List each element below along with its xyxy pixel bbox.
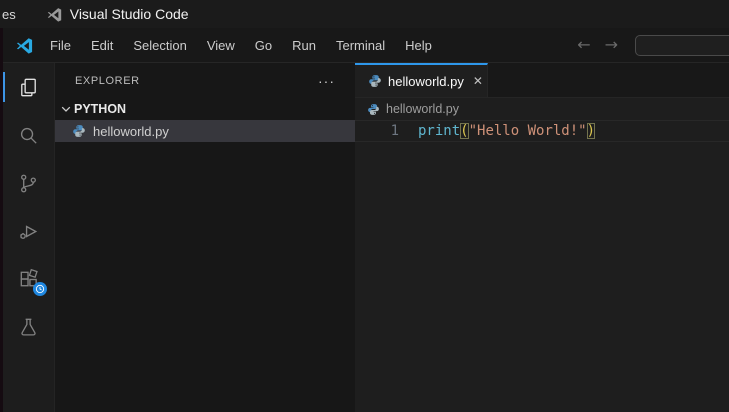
vscode-window: File Edit Selection View Go Run Terminal…	[3, 28, 729, 412]
workbench: EXPLORER ··· PYTHON helloworld.py hellow…	[3, 63, 729, 412]
python-file-icon	[367, 103, 380, 116]
section-label: PYTHON	[74, 102, 127, 116]
explorer-sidebar: EXPLORER ··· PYTHON helloworld.py	[55, 63, 355, 412]
titlebar-right: ← →	[570, 34, 729, 56]
activitybar-source-control[interactable]	[3, 159, 54, 207]
menu-run[interactable]: Run	[282, 28, 326, 63]
vscode-logo-icon-gray	[47, 7, 62, 22]
file-name: helloworld.py	[93, 123, 169, 139]
forward-arrow-icon[interactable]: →	[598, 37, 625, 53]
tab-helloworld[interactable]: helloworld.py ✕	[355, 63, 488, 97]
sidebar-header: EXPLORER ···	[55, 63, 355, 98]
menu-view[interactable]: View	[197, 28, 245, 63]
activitybar-search[interactable]	[3, 111, 54, 159]
activitybar-extensions[interactable]	[3, 255, 54, 303]
python-file-icon	[72, 124, 86, 138]
beaker-icon	[17, 316, 40, 339]
extensions-progress-clock-badge	[33, 282, 47, 296]
token-open-paren: (	[460, 123, 469, 139]
gnome-top-bar: es Visual Studio Code	[0, 0, 729, 28]
tab-label: helloworld.py	[388, 73, 464, 89]
menu-edit[interactable]: Edit	[81, 28, 123, 63]
activitybar-testing[interactable]	[3, 303, 54, 351]
sidebar-more-actions-button[interactable]: ···	[318, 74, 335, 88]
debug-play-bug-icon	[17, 220, 40, 243]
sidebar-title: EXPLORER	[75, 74, 140, 87]
desktop-edge	[0, 28, 3, 412]
chevron-down-icon	[58, 101, 74, 117]
back-arrow-icon[interactable]: ←	[570, 37, 597, 53]
token-string: "Hello World!"	[468, 123, 587, 139]
files-icon	[17, 76, 40, 99]
menu-bar: File Edit Selection View Go Run Terminal…	[3, 28, 729, 63]
activities-button-partial[interactable]: es	[2, 7, 16, 22]
menu-go[interactable]: Go	[245, 28, 282, 63]
editor-group: helloworld.py ✕ helloworld.py 1 print("H…	[355, 63, 729, 412]
menu-items: File Edit Selection View Go Run Terminal…	[40, 28, 442, 63]
menu-file[interactable]: File	[40, 28, 81, 63]
search-icon	[17, 124, 40, 147]
activitybar-run-and-debug[interactable]	[3, 207, 54, 255]
tab-close-icon[interactable]: ✕	[470, 73, 486, 89]
explorer-section-python[interactable]: PYTHON	[55, 98, 355, 120]
menu-terminal[interactable]: Terminal	[326, 28, 395, 63]
focused-app-title[interactable]: Visual Studio Code	[47, 6, 189, 22]
command-center-search-input[interactable]	[635, 34, 729, 56]
breadcrumb[interactable]: helloworld.py	[355, 98, 729, 120]
token-print: print	[418, 123, 461, 139]
file-item-helloworld[interactable]: helloworld.py	[55, 120, 355, 142]
code-content: print("Hello World!")	[418, 123, 596, 139]
menu-selection[interactable]: Selection	[123, 28, 196, 63]
code-line-1[interactable]: 1 print("Hello World!")	[355, 120, 729, 142]
menu-help[interactable]: Help	[395, 28, 442, 63]
token-close-paren: )	[586, 123, 596, 139]
window-title: Visual Studio Code	[69, 6, 189, 22]
activitybar-explorer[interactable]	[3, 63, 54, 111]
source-control-branch-icon	[17, 172, 40, 195]
line-number: 1	[390, 123, 399, 139]
vscode-logo-icon	[16, 37, 33, 54]
code-editor[interactable]: 1 print("Hello World!")	[355, 120, 729, 412]
activity-bar	[3, 63, 55, 412]
breadcrumb-file: helloworld.py	[386, 102, 459, 116]
tab-strip: helloworld.py ✕	[355, 63, 729, 98]
python-file-icon	[368, 74, 382, 88]
